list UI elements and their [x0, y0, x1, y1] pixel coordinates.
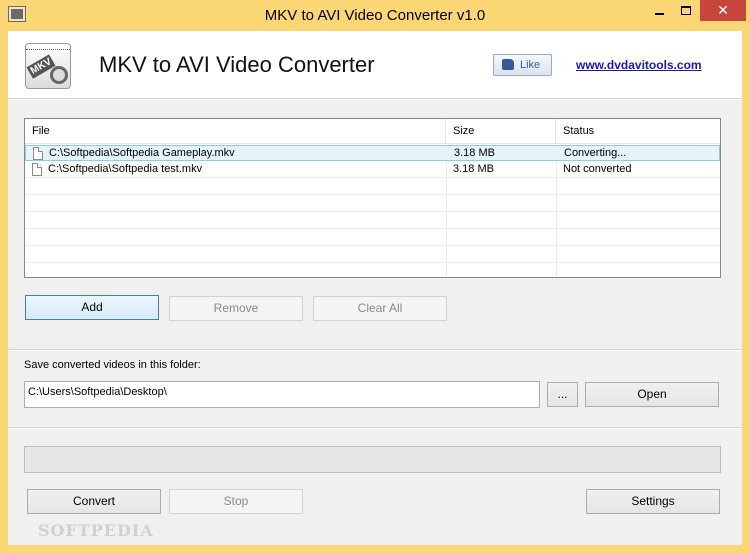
empty-row	[25, 264, 720, 277]
table-row[interactable]: C:\Softpedia\Softpedia Gameplay.mkv 3.18…	[25, 145, 720, 161]
logo-binder-rings	[26, 44, 70, 50]
like-label: Like	[520, 59, 541, 71]
settings-button[interactable]: Settings	[586, 489, 720, 514]
title-bar[interactable]: MKV to AVI Video Converter v1.0 ✕	[0, 0, 750, 31]
clear-all-button[interactable]: Clear All	[313, 296, 447, 321]
window-title: MKV to AVI Video Converter v1.0	[264, 7, 486, 24]
row-size-cell: 3.18 MB	[453, 163, 494, 175]
row-status-cell: Converting...	[564, 147, 627, 159]
app-window: MKV to AVI Video Converter v1.0 ✕ MKV MK…	[0, 0, 750, 553]
empty-row	[25, 247, 720, 263]
browse-folder-button[interactable]: ...	[547, 382, 578, 407]
close-icon: ✕	[717, 2, 729, 18]
empty-row	[25, 230, 720, 246]
empty-row	[25, 213, 720, 229]
column-header-size[interactable]: Size	[446, 119, 556, 144]
minimize-button[interactable]	[646, 0, 672, 21]
header: MKV MKV to AVI Video Converter Like www.…	[8, 31, 742, 99]
output-folder-field[interactable]: C:\Users\Softpedia\Desktop\	[24, 381, 540, 408]
file-list-header: File Size Status	[25, 119, 720, 144]
document-icon	[32, 163, 42, 176]
remove-button[interactable]: Remove	[169, 296, 303, 321]
add-button[interactable]: Add	[25, 295, 159, 320]
app-heading: MKV to AVI Video Converter	[99, 52, 375, 77]
conversion-panel: Convert Stop Settings SOFTPEDIA	[8, 429, 742, 545]
empty-row	[25, 196, 720, 212]
softpedia-watermark: SOFTPEDIA	[38, 521, 154, 540]
film-reel-icon	[50, 66, 68, 84]
file-list[interactable]: File Size Status C:\Softpedia\Softpedia …	[24, 118, 721, 278]
table-row[interactable]: C:\Softpedia\Softpedia test.mkv 3.18 MB …	[25, 162, 720, 178]
conversion-progress-bar	[24, 446, 721, 473]
maximize-icon	[681, 6, 691, 16]
stop-button[interactable]: Stop	[169, 489, 303, 514]
client-area: MKV MKV to AVI Video Converter Like www.…	[8, 31, 742, 545]
app-logo: MKV	[25, 43, 71, 89]
files-panel: File Size Status C:\Softpedia\Softpedia …	[8, 100, 742, 350]
like-button[interactable]: Like	[493, 54, 552, 76]
column-header-file[interactable]: File	[25, 119, 446, 144]
convert-button[interactable]: Convert	[27, 489, 161, 514]
thumbs-up-icon	[502, 59, 514, 70]
row-file-cell: C:\Softpedia\Softpedia Gameplay.mkv	[33, 146, 447, 162]
row-file-cell: C:\Softpedia\Softpedia test.mkv	[32, 162, 446, 178]
website-link[interactable]: www.dvdavitools.com	[576, 58, 702, 72]
minimize-icon	[654, 12, 664, 15]
column-header-status[interactable]: Status	[556, 119, 720, 144]
close-button[interactable]: ✕	[700, 0, 746, 21]
document-icon	[33, 147, 43, 160]
row-status-cell: Not converted	[563, 163, 632, 175]
output-folder-label: Save converted videos in this folder:	[24, 359, 201, 371]
maximize-button[interactable]	[673, 0, 699, 21]
empty-row	[25, 179, 720, 195]
open-folder-button[interactable]: Open	[585, 382, 719, 407]
output-folder-panel: Save converted videos in this folder: C:…	[8, 351, 742, 428]
row-size-cell: 3.18 MB	[454, 147, 495, 159]
